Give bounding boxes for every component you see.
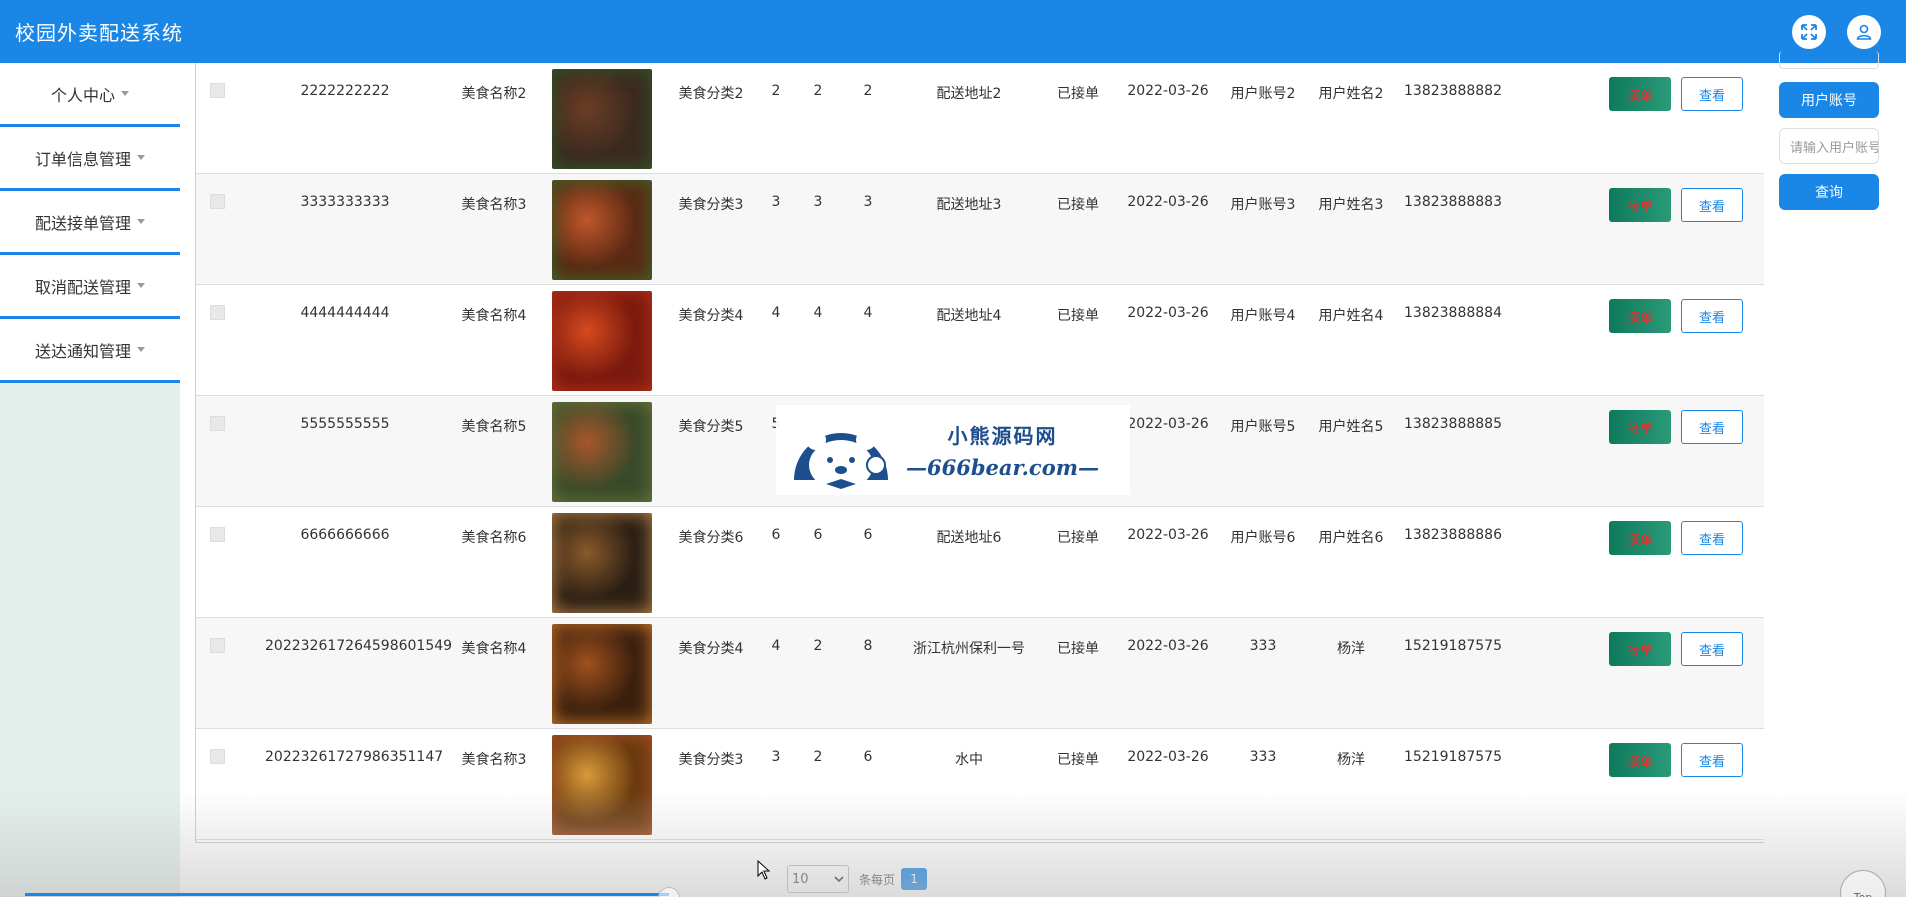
phone-cell: 15219187575 — [1404, 638, 1502, 654]
view-order-button[interactable]: 查看 — [1681, 521, 1743, 555]
order-number-cell: 2222222222 — [300, 83, 390, 99]
table-row: 4444444444 美食名称4 美食分类4 4 4 4 配送地址4 已接单 2022-03-2… — [196, 285, 1767, 396]
view-order-button[interactable]: 查看 — [1681, 743, 1743, 777]
sidebar-item-cancel-delivery-management[interactable]: 取消配送管理 — [0, 255, 180, 319]
per-page-label: 条每页 — [859, 872, 896, 887]
sidebar-item-label: 配送接单管理 — [34, 213, 131, 233]
table-row: 20223261727986351147 美食名称3 美食分类3 3 2 6 水中 已接单 20… — [196, 729, 1767, 840]
bear-logo-icon — [794, 430, 888, 490]
watermark-cn: 小熊源码网 — [947, 424, 1058, 448]
view-order-button[interactable]: 查看 — [1681, 299, 1743, 333]
watermark: 小熊源码网 —666bear.com— — [776, 405, 1130, 495]
user-profile-button[interactable] — [1847, 15, 1881, 49]
page-size-select[interactable]: 10 — [787, 865, 849, 893]
watermark-en: —666bear.com— — [906, 455, 1099, 480]
hotpot-image — [552, 291, 652, 391]
accept-order-button[interactable]: 接单 — [1609, 521, 1671, 555]
page-number-current[interactable]: 1 — [901, 868, 928, 890]
table-row: 20223261726459860154​9 美食名称4 美食分类4 4 2 8 浙江杭州保… — [196, 618, 1767, 729]
accept-order-button[interactable]: 接单 — [1609, 188, 1671, 222]
caret-down-icon — [121, 91, 129, 96]
table-row: 6666666666 美食名称6 美食分类6 6 6 6 配送地址6 已接单 2022-03-2… — [196, 507, 1767, 618]
salad-bowl-image — [552, 402, 652, 502]
sidebar-item-delivery-accept-management[interactable]: 配送接单管理 — [0, 191, 180, 255]
grilled-fish-image — [552, 624, 652, 724]
food-name-cell: 美食名称3 — [461, 752, 527, 768]
sidebar: 个人中心 订单信息管理 配送接单管理 取消配送管理 送达通知管理 — [0, 63, 180, 897]
food-name-cell: 美食名称5 — [461, 419, 527, 435]
sidebar-item-personal-center[interactable]: 个人中心 — [0, 63, 180, 127]
caret-down-icon — [137, 347, 145, 352]
view-order-button[interactable]: 查看 — [1681, 410, 1743, 444]
row-checkbox[interactable] — [210, 305, 225, 320]
page-size-value: 10 — [792, 871, 809, 887]
phone-cell: 13823888882 — [1404, 83, 1502, 99]
view-order-button[interactable]: 查看 — [1681, 188, 1743, 222]
chevron-down-icon — [834, 876, 844, 883]
food-name-cell: 美食名称2 — [461, 86, 527, 102]
row-checkbox[interactable] — [210, 638, 225, 653]
braised-meat-image — [552, 69, 652, 169]
sidebar-item-order-management[interactable]: 订单信息管理 — [0, 127, 180, 191]
order-number-cell: 20223261726459860154​9 — [265, 638, 453, 654]
table-row: 3333333333 美食名称3 美食分类3 3 3 3 配送地址3 已接单 2022-03-2… — [196, 174, 1767, 285]
phone-cell: 13823888886 — [1404, 527, 1502, 543]
accept-order-button[interactable]: 接单 — [1609, 743, 1671, 777]
food-name-cell: 美食名称6 — [461, 530, 527, 546]
fullscreen-icon — [1801, 24, 1817, 40]
accept-order-button[interactable]: 接单 — [1609, 632, 1671, 666]
user-account-search-input[interactable]: 请输入用户账号 — [1779, 128, 1879, 164]
row-checkbox[interactable] — [210, 83, 225, 98]
sidebar-item-label: 个人中心 — [50, 85, 115, 105]
order-number-cell: 3333333333 — [300, 194, 390, 210]
pagination: 10 条每页 1 — [787, 865, 928, 893]
view-order-button[interactable]: 查看 — [1681, 77, 1743, 111]
app-title: 校园外卖配送系统 — [15, 21, 183, 45]
fullscreen-button[interactable] — [1792, 15, 1826, 49]
order-number-cell: 4444444444 — [300, 305, 390, 321]
accept-order-button[interactable]: 接单 — [1609, 410, 1671, 444]
user-icon — [1856, 24, 1872, 40]
sidebar-item-delivered-notice-management[interactable]: 送达通知管理 — [0, 319, 180, 383]
phone-cell: 13823888884 — [1404, 305, 1502, 321]
phone-cell: 13823888885 — [1404, 416, 1502, 432]
watermark-text: 小熊源码网 —666bear.com— — [906, 420, 1099, 480]
phone-cell: 13823888883 — [1404, 194, 1502, 210]
user-account-label-button[interactable]: 用户账号 — [1779, 82, 1879, 118]
view-order-button[interactable]: 查看 — [1681, 632, 1743, 666]
search-field-cut-off[interactable] — [1779, 51, 1879, 69]
order-number-cell: 20223261727986351147 — [265, 749, 444, 765]
row-checkbox[interactable] — [210, 194, 225, 209]
table-dishes-image — [552, 513, 652, 613]
row-checkbox[interactable] — [210, 416, 225, 431]
caret-down-icon — [137, 219, 145, 224]
food-name-cell: 美食名称4 — [461, 641, 527, 657]
top-bar: 校园外卖配送系统 — [0, 0, 1906, 63]
food-name-cell: 美食名称4 — [461, 308, 527, 324]
caret-down-icon — [137, 155, 145, 160]
order-number-cell: 6666666666 — [300, 527, 390, 543]
sidebar-item-label: 取消配送管理 — [34, 277, 131, 297]
accept-order-button[interactable]: 接单 — [1609, 77, 1671, 111]
mouse-cursor-icon — [757, 860, 771, 880]
food-name-cell: 美食名称3 — [461, 197, 527, 213]
search-panel: 用户账号 请输入用户账号 查询 — [1764, 51, 1906, 897]
sidebar-item-label: 送达通知管理 — [34, 341, 131, 361]
order-number-cell: 5555555555 — [300, 416, 390, 432]
phone-cell: 15219187575 — [1404, 749, 1502, 765]
caret-down-icon — [137, 283, 145, 288]
accept-order-button[interactable]: 接单 — [1609, 299, 1671, 333]
shrimp-image — [552, 180, 652, 280]
search-button[interactable]: 查询 — [1779, 174, 1879, 210]
skewers-image — [552, 735, 652, 835]
row-checkbox[interactable] — [210, 749, 225, 764]
video-progress-bar[interactable] — [25, 893, 669, 896]
sidebar-item-label: 订单信息管理 — [34, 149, 131, 169]
table-row: 2222222222 美食名称2 美食分类2 2 2 2 配送地址2 已接单 2022-03-2… — [196, 63, 1767, 174]
row-checkbox[interactable] — [210, 527, 225, 542]
